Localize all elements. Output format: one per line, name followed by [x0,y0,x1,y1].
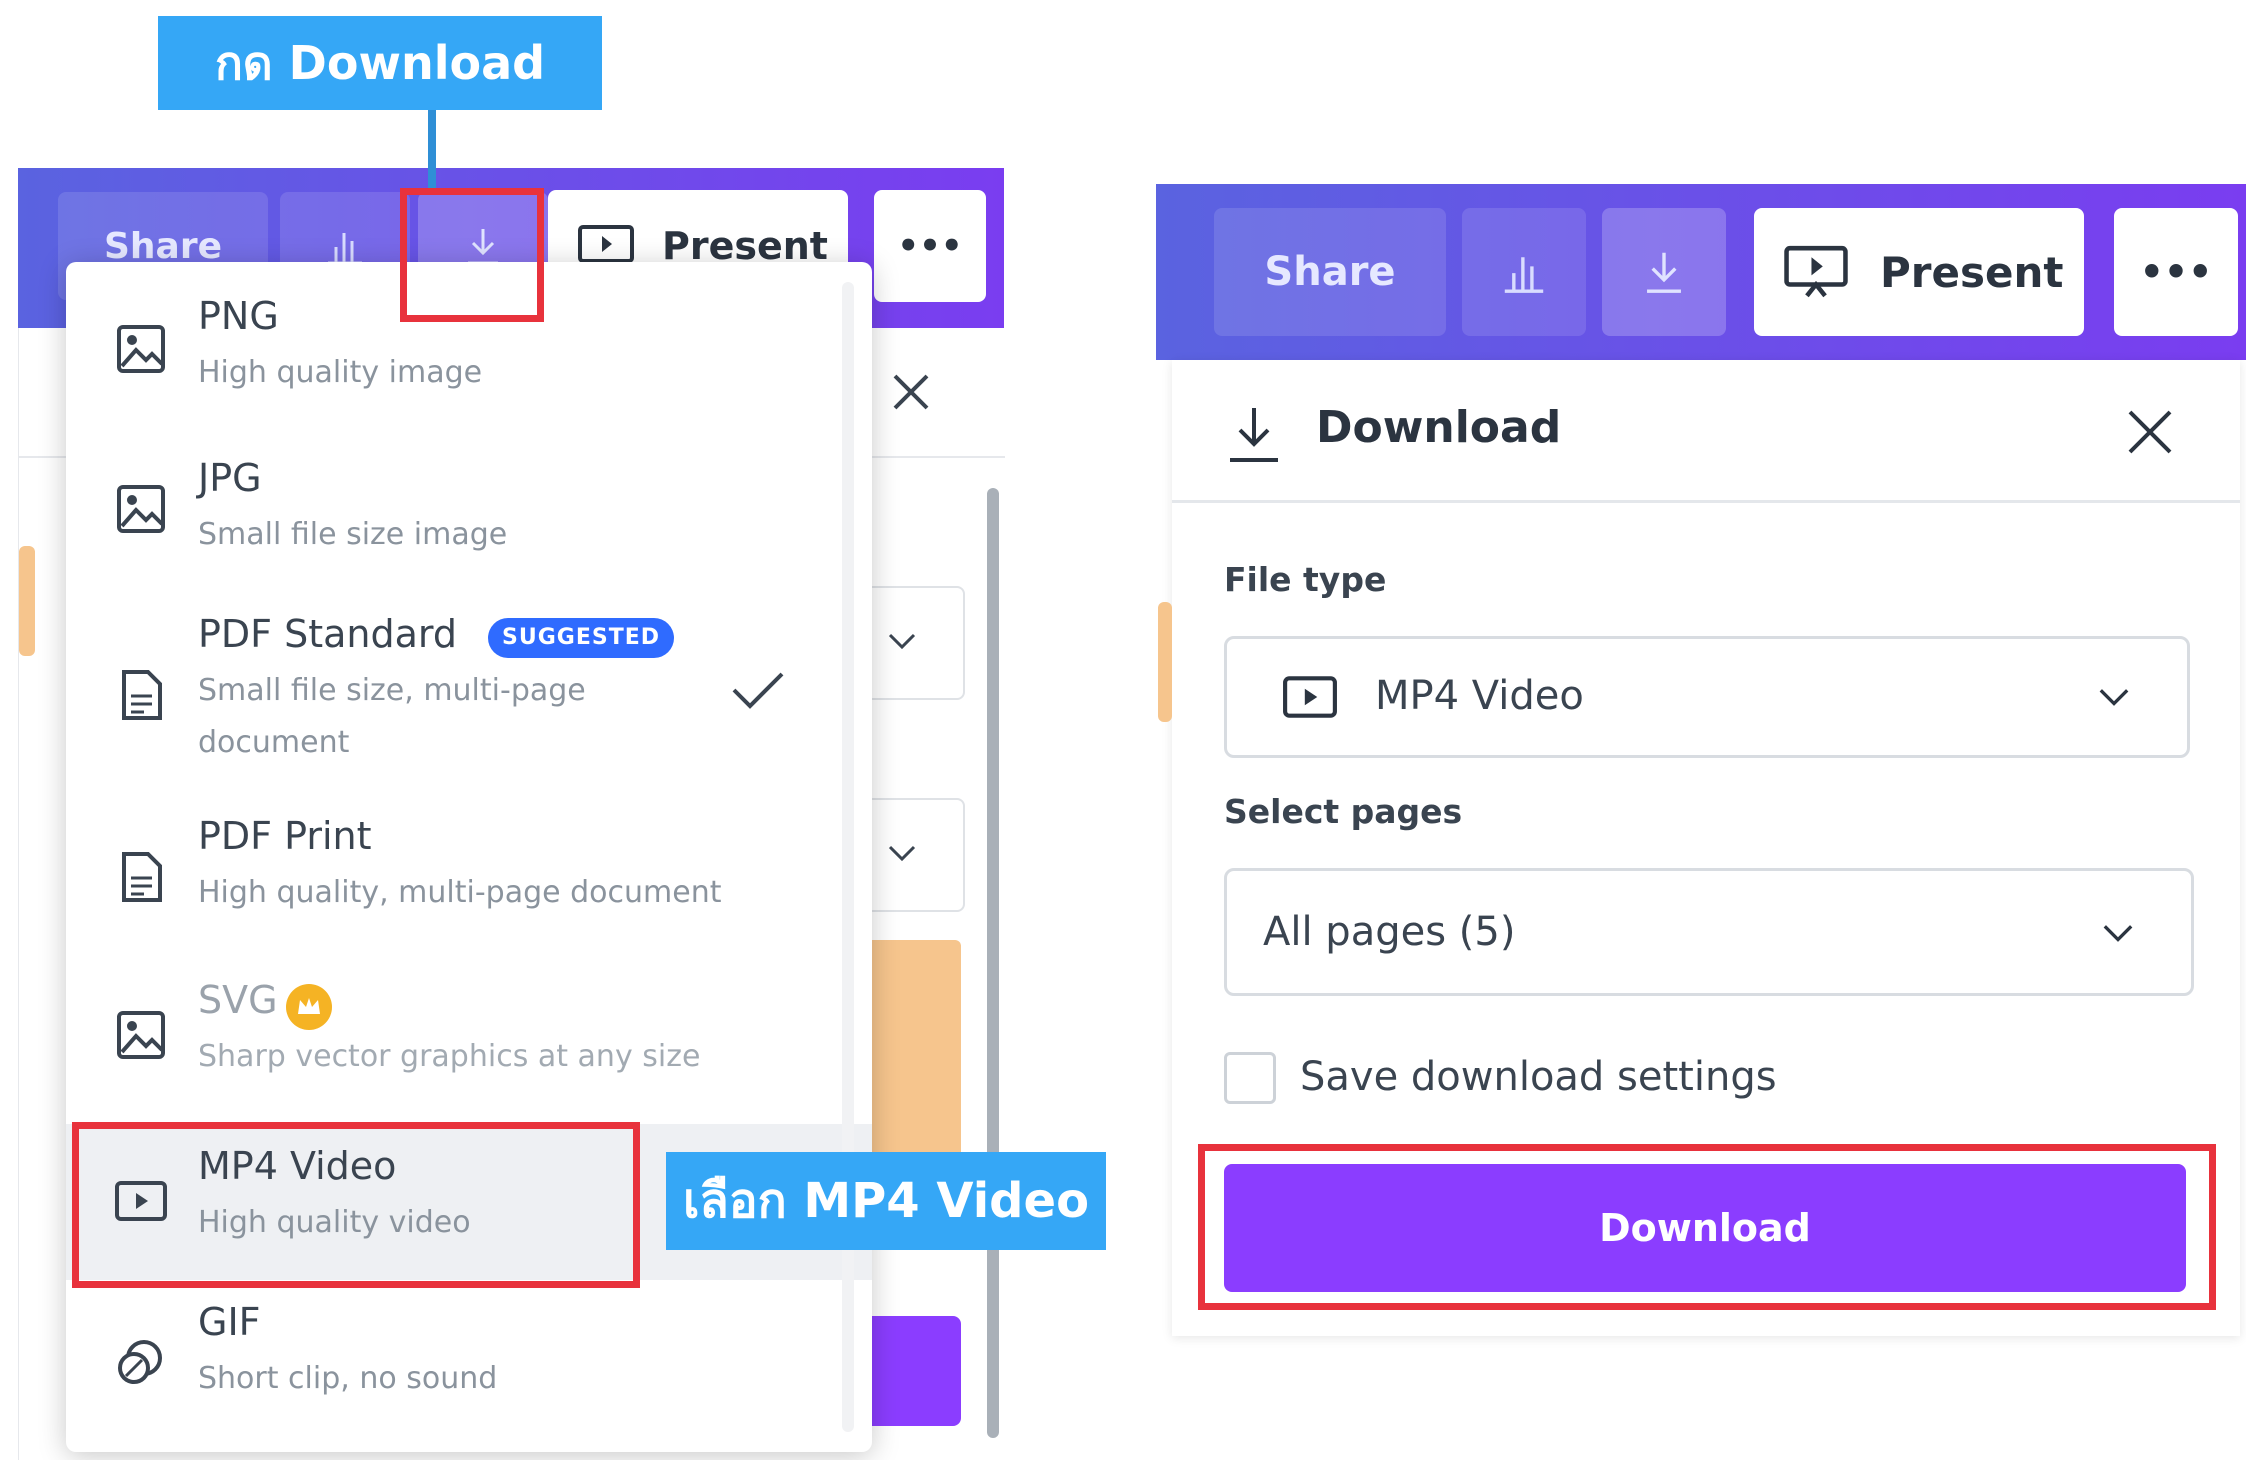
suggested-badge: SUGGESTED [488,618,674,658]
download-icon [1230,408,1278,462]
document-icon [122,670,162,720]
underlying-close-icon[interactable] [887,368,935,416]
option-subtitle: High quality image [198,355,483,390]
underlying-download-button[interactable] [861,1316,961,1426]
image-icon [117,1011,165,1059]
more-options-label: ••• [2139,250,2213,294]
video-icon [1283,676,1337,718]
option-title: SVG [198,978,278,1022]
select-pages-value: All pages (5) [1263,909,1516,955]
document-icon [122,852,162,902]
right-editor-toolbar: Share Present ••• [1156,184,2246,360]
more-options-button[interactable]: ••• [874,190,986,302]
download-button-label: Download [1599,1206,1811,1250]
callout-click-download: กด Download [158,16,602,110]
chevron-down-icon [888,845,916,862]
chevron-down-icon [2099,689,2129,706]
image-icon [117,485,165,533]
file-type-option-svg[interactable]: SVG Sharp vector graphics at any size [66,964,872,1116]
option-title: PDF Print [198,814,372,858]
callout-connector-line [428,110,436,192]
more-options-button[interactable]: ••• [2114,208,2238,336]
background-orange-strip [1158,602,1172,722]
insights-button[interactable] [1462,208,1586,336]
file-type-option-pdf-print[interactable]: PDF Print High quality, multi-page docum… [66,804,872,960]
download-toolbar-button[interactable] [1602,208,1726,336]
underlying-select-file-type[interactable] [861,586,965,700]
callout-choose-mp4: เลือก MP4 Video [666,1152,1106,1250]
more-options-label: ••• [897,226,963,266]
callout-click-download-text: กด Download [214,35,546,90]
option-subtitle: Sharp vector graphics at any size [198,1039,701,1074]
header-divider [1172,500,2240,503]
download-button[interactable]: Download [1224,1164,2186,1292]
download-panel: Download File type MP4 Video Select page… [1172,360,2240,1336]
option-subtitle: Small file size, multi-page [198,673,586,708]
image-icon [117,325,165,373]
callout-choose-mp4-text: เลือก MP4 Video [682,1173,1090,1229]
checkmark-icon [732,672,784,709]
save-settings-label: Save download settings [1300,1054,1777,1100]
underlying-select-pages[interactable] [861,798,965,912]
share-button[interactable]: Share [1214,208,1446,336]
option-title: GIF [198,1300,261,1344]
save-settings-checkbox[interactable] [1224,1052,1276,1104]
file-type-option-jpg[interactable]: JPG Small file size image [66,442,872,594]
present-button[interactable]: Present [1754,208,2084,336]
chevron-down-icon [888,633,916,650]
option-title: PNG [198,294,279,338]
share-button-label: Share [1264,249,1396,295]
select-pages-select[interactable]: All pages (5) [1224,868,2194,996]
underlying-scrollbar[interactable] [987,488,999,1438]
share-button-label: Share [103,225,223,267]
file-type-option-pdf-standard[interactable]: PDF Standard SUGGESTED Small file size, … [66,600,872,796]
premium-crown-icon [286,984,332,1030]
file-type-select[interactable]: MP4 Video [1224,636,2190,758]
option-subtitle-line2: document [198,725,350,760]
select-pages-label: Select pages [1224,792,1463,831]
video-icon [115,1181,167,1221]
download-icon [1647,252,1681,293]
option-subtitle: High quality, multi-page document [198,875,722,910]
option-title: PDF Standard [198,612,457,656]
gif-icon [118,1340,162,1384]
chevron-down-icon [2103,925,2133,942]
file-type-label: File type [1224,560,1387,599]
option-subtitle: High quality video [198,1205,471,1240]
option-title: JPG [198,456,262,500]
present-button-label: Present [1880,247,2064,297]
underlying-orange-strip [19,546,35,656]
file-type-value: MP4 Video [1375,673,1584,719]
menu-scrollbar[interactable] [842,282,854,1432]
file-type-dropdown: PNG High quality image JPG Small file si… [66,262,872,1452]
option-subtitle: Small file size image [198,517,508,552]
close-icon[interactable] [2122,404,2178,460]
file-type-option-png[interactable]: PNG High quality image [66,282,872,434]
file-type-option-gif[interactable]: GIF Short clip, no sound [66,1288,872,1440]
bar-chart-icon [1504,257,1544,293]
option-subtitle: Short clip, no sound [198,1361,498,1396]
download-panel-title: Download [1316,402,1562,453]
option-title: MP4 Video [198,1144,397,1188]
present-icon [1784,245,1848,298]
underlying-notice-box [861,940,961,1170]
